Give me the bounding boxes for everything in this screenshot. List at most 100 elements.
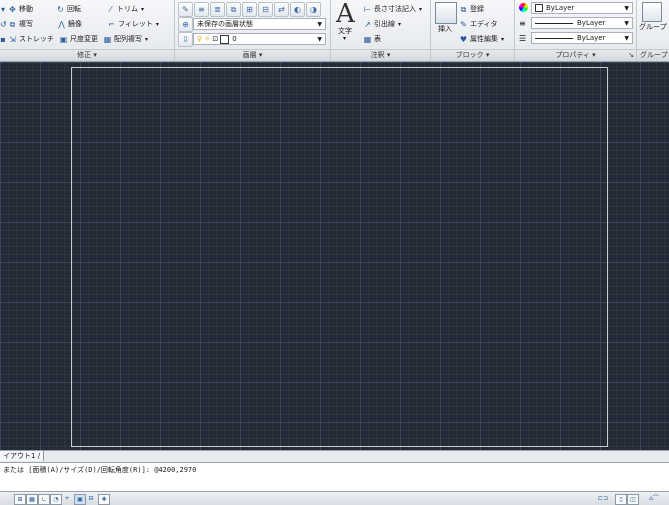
layout-tab-strip: イアウト1 / <box>0 450 669 462</box>
model-label-icon[interactable]: ⊏⊐ <box>594 494 612 503</box>
lineweight-preview <box>535 37 573 39</box>
attribute-dropdown-icon[interactable]: ▾ <box>501 36 504 43</box>
chevron-down-icon: ▼ <box>624 34 629 42</box>
lightbulb-icon: ♀ <box>197 35 203 43</box>
array-icon: ▦ <box>103 34 112 44</box>
chevron-down-icon: ▼ <box>624 4 629 12</box>
ducs-toggle-icon[interactable]: ⊟ <box>86 494 96 503</box>
copy-icon: ⧉ <box>9 19 16 29</box>
layer-tool-4-icon[interactable]: ⊞ <box>242 1 257 17</box>
grid-toggle-icon[interactable]: ▦ <box>26 494 38 505</box>
dimension-icon: ⊢ <box>364 4 371 14</box>
properties-panel: ByLayer ▼ ≡ ByLayer ▼ ☰ ByLayer ▼ プロパティ ▾ ↘ <box>515 0 637 61</box>
layer-tool-6-icon[interactable]: ⇄ <box>274 1 289 17</box>
trim-icon: ⁄ <box>109 4 112 14</box>
otrack-toggle-icon[interactable]: ▣ <box>74 494 86 505</box>
leader-button[interactable]: ↗ 引出線 ▾ <box>363 19 401 29</box>
block-panel-title[interactable]: ブロック ▾ <box>431 49 514 61</box>
create-block-button[interactable]: ⧉ 登録 <box>459 4 484 14</box>
modify-panel: ▾ ✥ 移動 ↻ 回転 ⁄ トリム ▾ ↺ ⧉ 複写 ⋀ 鏡像 ⌐ フィレット ▾ ▪ ⇲ ストレ… <box>0 0 175 61</box>
annotation-panel-title[interactable]: 注釈 ▾ <box>331 49 430 61</box>
move-button[interactable]: ✥ 移動 <box>8 4 33 14</box>
layer-state-icon[interactable]: ⊕ <box>178 17 193 32</box>
layout-button-icon[interactable]: ▯ <box>615 494 627 505</box>
layer-tool-1-icon[interactable]: ≡ <box>194 1 209 17</box>
scale-button[interactable]: ▣ 尺度変更 <box>59 34 98 44</box>
layer-state-dropdown[interactable]: 未保存の画層状態 ▼ <box>193 18 326 30</box>
fillet-icon: ⌐ <box>108 19 115 29</box>
stretch-button[interactable]: ⇲ ストレッチ <box>8 34 54 44</box>
sun-icon: ☼ <box>204 35 211 43</box>
layer-tool-3-icon[interactable]: ⧉ <box>226 1 241 17</box>
layout-paper-boundary <box>71 67 608 447</box>
groups-panel: グループ グループ <box>637 0 669 61</box>
array-button[interactable]: ▦ 配列複写 ▾ <box>103 34 148 44</box>
lineweight-icon[interactable]: ≡ <box>519 19 526 28</box>
fillet-button[interactable]: ⌐ フィレット ▾ <box>107 19 159 29</box>
layer-tool-2-icon[interactable]: ≣ <box>210 1 225 17</box>
text-dropdown-icon[interactable]: ▾ <box>343 35 346 42</box>
fillet-dropdown-icon[interactable]: ▾ <box>156 21 159 28</box>
dimension-dropdown-icon[interactable]: ▾ <box>419 6 422 13</box>
move-icon: ✥ <box>9 4 16 14</box>
mirror-button[interactable]: ⋀ 鏡像 <box>57 19 82 29</box>
command-line[interactable]: または [面積(A)/サイズ(D)/回転角度(R)]: @4200,2970 <box>0 462 669 492</box>
color-wheel-icon[interactable] <box>519 3 528 12</box>
array-dropdown-icon[interactable]: ▾ <box>145 36 148 43</box>
layer-tool-8-icon[interactable]: ◑ <box>306 1 321 17</box>
insert-button[interactable]: 挿入 <box>438 24 452 34</box>
current-layer-dropdown[interactable]: ♀ ☼ ⊡ 0 ▼ <box>193 33 326 45</box>
tab-layout1[interactable]: イアウト1 / <box>0 451 45 461</box>
annotation-scale-icon[interactable]: ⌂⌒ <box>642 494 666 503</box>
dropdown-arrow-icon[interactable]: ▾ <box>0 5 6 14</box>
polar-toggle-icon[interactable]: ◔ <box>50 494 62 505</box>
lineweight-dropdown[interactable]: ByLayer ▼ <box>531 32 633 44</box>
drawing-canvas[interactable] <box>0 62 669 450</box>
layers-panel-title[interactable]: 画層 ▾ <box>175 49 330 61</box>
more-icon[interactable]: ▪ <box>0 35 6 44</box>
status-bar: ⊞ ▦ ∟ ◔ + ▣ ⊟ ✚ ⊏⊐ ▯ ◫ ⌂⌒ <box>0 491 669 505</box>
color-dropdown[interactable]: ByLayer ▼ <box>531 2 633 14</box>
attribute-edit-button[interactable]: ♥ 属性編集 ▾ <box>459 34 504 44</box>
groups-panel-title[interactable]: グループ <box>637 49 669 61</box>
undo-icon[interactable]: ↺ <box>0 20 7 29</box>
trim-dropdown-icon[interactable]: ▾ <box>141 6 144 13</box>
table-icon: ▦ <box>363 34 372 44</box>
properties-panel-title[interactable]: プロパティ ▾ ↘ <box>515 49 636 61</box>
layer-match-icon[interactable]: ⇩ <box>178 32 193 47</box>
table-button[interactable]: ▦ 表 <box>363 34 381 44</box>
block-editor-button[interactable]: ✎ エディタ <box>459 19 497 29</box>
viewport-button-icon[interactable]: ◫ <box>627 494 639 505</box>
chevron-down-icon: ▼ <box>317 20 322 28</box>
trim-button[interactable]: ⁄ トリム ▾ <box>106 4 144 14</box>
modify-panel-title[interactable]: 修正 ▾ <box>0 49 174 61</box>
snap-toggle-icon[interactable]: ⊞ <box>14 494 26 505</box>
group-button[interactable]: グループ <box>639 22 667 32</box>
layer-tool-7-icon[interactable]: ◐ <box>290 1 305 17</box>
ortho-toggle-icon[interactable]: ∟ <box>38 494 50 505</box>
leader-icon: ↗ <box>364 19 371 29</box>
layer-tool-5-icon[interactable]: ⊟ <box>258 1 273 17</box>
rotate-button[interactable]: ↻ 回転 <box>56 4 81 14</box>
dyn-toggle-icon[interactable]: ✚ <box>98 494 110 505</box>
create-block-icon: ⧉ <box>460 4 467 14</box>
dimension-button[interactable]: ⊢ 長さ寸法記入 ▾ <box>363 4 422 14</box>
ribbon: ▾ ✥ 移動 ↻ 回転 ⁄ トリム ▾ ↺ ⧉ 複写 ⋀ 鏡像 ⌐ フィレット ▾ ▪ ⇲ ストレ… <box>0 0 669 62</box>
text-icon[interactable]: A <box>336 1 355 27</box>
block-panel: 挿入 ⧉ 登録 ✎ エディタ ♥ 属性編集 ▾ ブロック ▾ <box>431 0 515 61</box>
insert-block-icon[interactable] <box>435 2 457 24</box>
copy-button[interactable]: ⧉ 複写 <box>8 19 33 29</box>
osnap-toggle-icon[interactable]: + <box>62 494 72 503</box>
layer-color-swatch <box>220 34 230 44</box>
panel-launcher-icon[interactable]: ↘ <box>628 50 634 61</box>
layers-panel: ✎ ≡ ≣ ⧉ ⊞ ⊟ ⇄ ◐ ◑ 未保存の画層状態 ▼ ⊕ ♀ ☼ ⊡ 0 ▼ ⇩… <box>175 0 331 61</box>
attribute-edit-icon: ♥ <box>459 34 468 44</box>
stretch-icon: ⇲ <box>9 34 16 44</box>
leader-dropdown-icon[interactable]: ▾ <box>398 21 401 28</box>
color-swatch <box>535 4 543 12</box>
linetype-dropdown[interactable]: ByLayer ▼ <box>531 17 633 29</box>
layer-properties-icon[interactable]: ✎ <box>178 1 193 17</box>
linetype-icon[interactable]: ☰ <box>519 34 526 43</box>
group-icon[interactable] <box>642 2 662 22</box>
command-history-text: または [面積(A)/サイズ(D)/回転角度(R)]: @4200,2970 <box>3 466 197 474</box>
